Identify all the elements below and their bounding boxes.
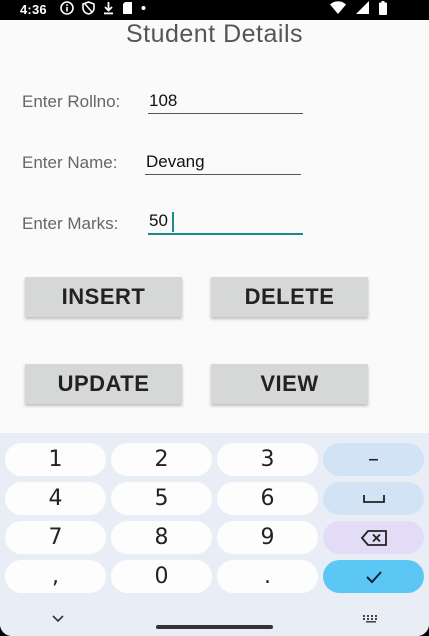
key-comma[interactable]: , [5,560,106,593]
key-8[interactable]: 8 [111,521,212,554]
key-5[interactable]: 5 [111,482,212,515]
space-icon [362,494,385,503]
key-7[interactable]: 7 [5,521,106,554]
signal-icon [356,1,369,19]
status-left-icons [60,0,146,20]
backspace-icon [360,529,387,546]
name-input[interactable] [145,149,301,175]
key-period[interactable]: . [217,560,318,593]
done-key[interactable] [323,560,424,593]
minus-key[interactable]: – [323,443,424,476]
status-bar: 4:36 [0,0,429,20]
key-3[interactable]: 3 [217,443,318,476]
home-handle[interactable] [156,625,273,629]
text-cursor [172,212,174,232]
rollno-label: Enter Rollno: [22,92,121,111]
key-1[interactable]: 1 [5,443,106,476]
name-label: Enter Name: [22,153,118,172]
app-screen: 4:36 Student Details Enter Rollno: 108 E… [0,0,429,636]
key-2[interactable]: 2 [111,443,212,476]
backspace-key[interactable] [323,521,424,554]
info-icon [60,0,74,20]
insert-button[interactable]: INSERT [25,277,182,317]
wifi-icon [330,1,346,19]
rollno-input[interactable] [148,88,303,114]
battery-icon [379,0,387,20]
update-button[interactable]: UPDATE [25,364,182,404]
shield-icon [82,0,95,20]
key-0[interactable]: 0 [111,560,212,593]
key-4[interactable]: 4 [5,482,106,515]
checkmark-icon [365,570,382,583]
marks-label: Enter Marks: [22,214,119,233]
navigation-bar [0,600,429,636]
dot-icon [141,1,146,20]
status-time: 4:36 [20,2,47,17]
keyboard-icon[interactable] [362,611,380,629]
page-title: Student Details [125,20,304,48]
chevron-down-icon[interactable] [51,610,65,628]
sd-card-icon [122,1,133,20]
download-icon [103,1,114,20]
status-right-icons [330,0,387,20]
delete-button[interactable]: DELETE [211,277,368,317]
view-button[interactable]: VIEW [211,364,368,404]
key-9[interactable]: 9 [217,521,318,554]
space-key[interactable] [323,482,424,515]
key-6[interactable]: 6 [217,482,318,515]
